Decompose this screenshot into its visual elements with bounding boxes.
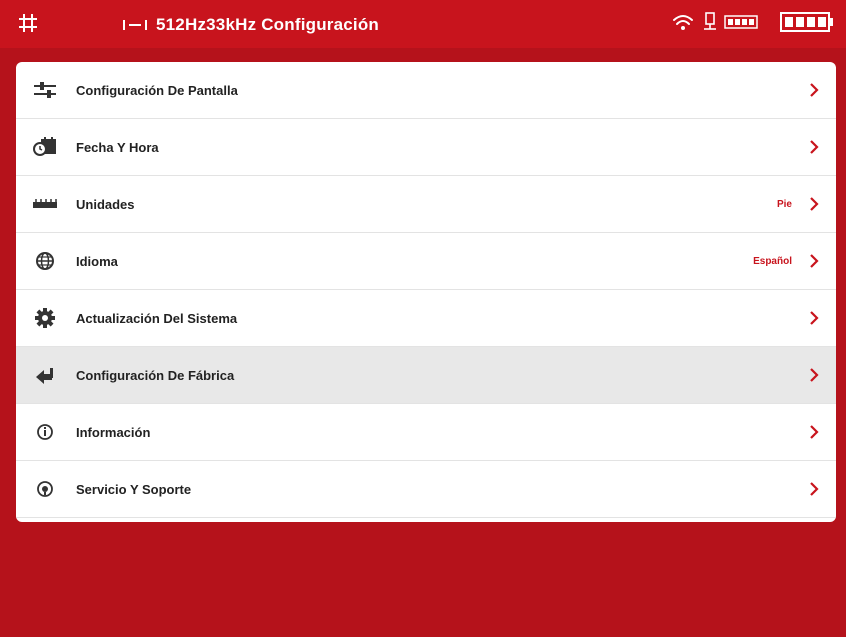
chevron-right-icon: [810, 140, 819, 154]
menu-item-fecha-hora[interactable]: Fecha Y Hora: [16, 119, 836, 176]
chevron-right-icon: [810, 197, 819, 211]
chevron-right-icon: [810, 425, 819, 439]
menu-item-label: Servicio Y Soporte: [76, 481, 192, 497]
calendar-clock-icon: [33, 137, 56, 156]
header-title-group: 512Hz33kHz Configuración: [122, 14, 379, 36]
page-title: 512Hz33kHz Configuración: [156, 15, 380, 34]
chevron-right-icon: [810, 254, 819, 268]
menu-item-idioma[interactable]: Idioma Español: [16, 233, 836, 290]
probe-icon: [704, 12, 716, 30]
ruler-icon: [33, 199, 57, 208]
menu-item-label: Fecha Y Hora: [76, 139, 159, 155]
menu-item-configuracion-pantalla[interactable]: Configuración De Pantalla: [16, 62, 836, 119]
menu-item-label: Información: [76, 424, 151, 440]
sliders-icon: [34, 82, 56, 98]
menu-item-informacion[interactable]: Información: [16, 404, 836, 461]
menu-item-label: Unidades: [76, 196, 135, 212]
chevron-right-icon: [810, 482, 819, 496]
chevron-right-icon: [810, 368, 819, 382]
menu-item-label: Idioma: [76, 253, 118, 269]
globe-icon: [36, 252, 54, 270]
chevron-right-icon: [810, 311, 819, 325]
menu-item-configuracion-fabrica[interactable]: Configuración De Fábrica: [16, 347, 836, 404]
menu-item-label: Configuración De Pantalla: [76, 82, 238, 98]
menu-item-label: Actualización Del Sistema: [76, 310, 238, 326]
signal-strength-icon: [724, 15, 758, 29]
menu-item-value: Pie: [776, 198, 792, 210]
menu-item-actualizacion-sistema[interactable]: Actualización Del Sistema: [16, 290, 836, 347]
reset-arrow-icon: [36, 368, 53, 384]
gear-icon: [35, 308, 55, 328]
menu-item-unidades[interactable]: Unidades Pie: [16, 176, 836, 233]
info-icon: [37, 424, 53, 440]
wifi-icon: [673, 15, 693, 30]
menu-item-servicio-soporte[interactable]: Servicio Y Soporte: [16, 461, 836, 518]
status-bar: 512Hz33kHz Configuración: [0, 0, 846, 48]
chevron-right-icon: [810, 83, 819, 97]
settings-menu: Configuración De Pantalla Fecha Y Hora U…: [16, 62, 836, 522]
frequency-icon: [123, 20, 147, 30]
menu-item-label: Configuración De Fábrica: [76, 367, 235, 383]
support-icon: [37, 481, 53, 497]
grid-icon[interactable]: [17, 12, 39, 34]
battery-icon: [780, 12, 833, 32]
menu-item-value: Español: [753, 255, 792, 267]
